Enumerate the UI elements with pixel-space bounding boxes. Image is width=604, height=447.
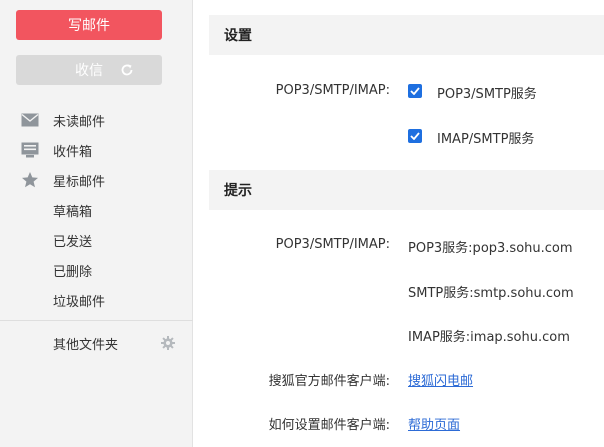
compose-button-label: 写邮件 bbox=[68, 18, 110, 34]
receive-button-label: 收信 bbox=[75, 63, 103, 79]
sidebar-divider bbox=[0, 320, 193, 321]
settings-panel: 设置 POP3/SMTP/IMAP: POP3/SMTP服务 IMAP/SMTP… bbox=[193, 0, 604, 447]
smtp-server-value: SMTP服务:smtp.sohu.com bbox=[408, 286, 574, 301]
imap-server-value: IMAP服务:imap.sohu.com bbox=[408, 330, 570, 345]
sidebar-item-label: 星标邮件 bbox=[53, 174, 106, 190]
sidebar-item-sent[interactable]: 已发送 bbox=[0, 225, 193, 255]
sidebar-item-drafts[interactable]: 草稿箱 bbox=[0, 195, 193, 225]
refresh-icon bbox=[121, 64, 133, 76]
help-page-link[interactable]: 帮助页面 bbox=[408, 414, 460, 433]
settings-section-header: 设置 bbox=[209, 15, 604, 55]
imap-smtp-option-label[interactable]: IMAP/SMTP服务 bbox=[437, 128, 534, 147]
server-label: POP3/SMTP/IMAP: bbox=[275, 237, 390, 252]
sidebar-item-spam[interactable]: 垃圾邮件 bbox=[0, 285, 193, 315]
sidebar-item-label: 草稿箱 bbox=[53, 204, 93, 220]
protocol-label: POP3/SMTP/IMAP: bbox=[275, 83, 390, 98]
mail-app: 写邮件 收信 未读邮件 收件箱 星标邮件 草稿箱 已发送 已删除 垃圾邮件 其他… bbox=[0, 0, 604, 447]
sidebar: 写邮件 收信 未读邮件 收件箱 星标邮件 草稿箱 已发送 已删除 垃圾邮件 其他… bbox=[0, 0, 193, 447]
sidebar-item-label: 未读邮件 bbox=[53, 114, 106, 130]
sidebar-item-deleted[interactable]: 已删除 bbox=[0, 255, 193, 285]
sidebar-item-label: 已发送 bbox=[53, 234, 93, 250]
pop3-smtp-option-label[interactable]: POP3/SMTP服务 bbox=[437, 83, 537, 102]
client-label: 搜狐官方邮件客户端: bbox=[268, 374, 390, 389]
sidebar-item-inbox[interactable]: 收件箱 bbox=[0, 135, 193, 165]
sidebar-item-label: 收件箱 bbox=[53, 144, 93, 160]
checkmark-icon bbox=[410, 132, 420, 140]
envelope-icon bbox=[20, 110, 40, 130]
other-folders-label: 其他文件夹 bbox=[53, 337, 119, 353]
star-icon bbox=[20, 170, 40, 190]
sidebar-item-label: 已删除 bbox=[53, 264, 93, 280]
howto-label: 如何设置邮件客户端: bbox=[268, 418, 390, 433]
client-download-link[interactable]: 搜狐闪电邮 bbox=[408, 370, 473, 389]
receive-button[interactable]: 收信 bbox=[16, 55, 162, 85]
tips-section-header: 提示 bbox=[209, 170, 604, 210]
folder-list: 未读邮件 收件箱 星标邮件 草稿箱 已发送 已删除 垃圾邮件 bbox=[0, 105, 193, 315]
pop3-server-value: POP3服务:pop3.sohu.com bbox=[408, 241, 573, 256]
gear-icon[interactable] bbox=[161, 336, 175, 350]
sidebar-item-unread[interactable]: 未读邮件 bbox=[0, 105, 193, 135]
checkmark-icon bbox=[410, 87, 420, 95]
sidebar-item-label: 垃圾邮件 bbox=[53, 294, 106, 310]
imap-smtp-checkbox[interactable] bbox=[408, 129, 422, 143]
pop3-smtp-checkbox[interactable] bbox=[408, 84, 422, 98]
inbox-icon bbox=[20, 140, 40, 160]
compose-button[interactable]: 写邮件 bbox=[16, 10, 162, 40]
sidebar-item-starred[interactable]: 星标邮件 bbox=[0, 165, 193, 195]
sidebar-item-other-folders[interactable]: 其他文件夹 bbox=[0, 328, 193, 358]
